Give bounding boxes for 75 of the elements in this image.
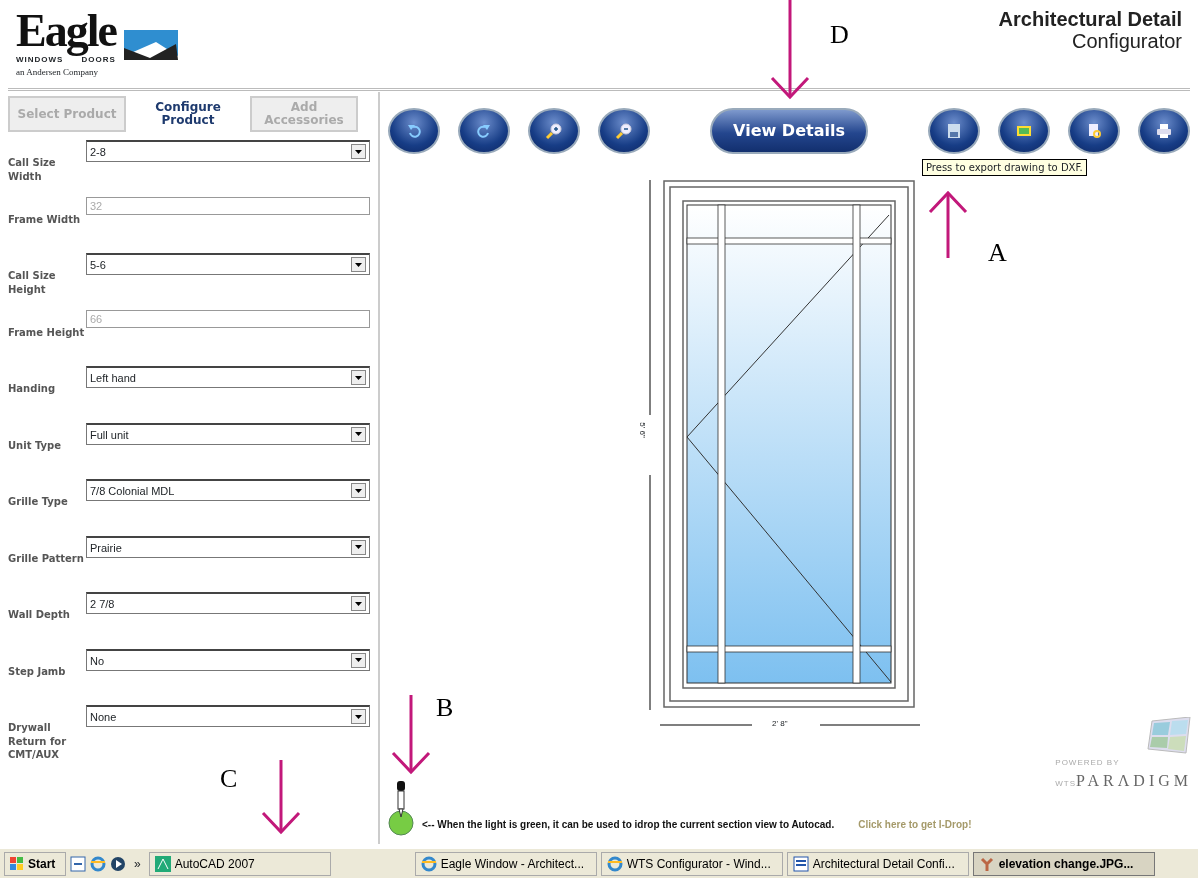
caret-icon <box>355 488 362 493</box>
field-label: Frame Height <box>8 325 86 340</box>
image-file-icon <box>978 855 995 872</box>
logo-wordmark: Eagle <box>16 8 116 54</box>
dimension-label: 2' 8" <box>772 718 788 730</box>
tooltip: Press to export drawing to DXF. <box>922 159 1087 176</box>
logo-tagline: an Andersen Company <box>16 66 99 79</box>
dropdown[interactable]: Full unit <box>86 422 370 445</box>
printer-icon <box>1154 121 1174 141</box>
caret-icon <box>355 375 362 380</box>
field-label: Drywall Return for CMT/AUX <box>8 721 68 762</box>
browser-icon <box>420 855 437 872</box>
instruction-text: <-- When the light is green, it can be used to idrop the current section view to Autocad. <box>422 817 835 832</box>
dropdown[interactable]: 5-6 <box>86 253 370 276</box>
eyedropper-light-icon[interactable] <box>388 781 414 837</box>
field-label: Grille Pattern <box>8 551 85 566</box>
dropdown[interactable]: 7/8 Colonial MDL <box>86 479 370 502</box>
annotation-letter: C <box>220 766 238 792</box>
desktop-icon[interactable] <box>70 855 86 872</box>
page-title: Architectural Detail <box>998 8 1182 30</box>
field-label: Wall Depth <box>8 608 71 622</box>
logo-wordmark: PARΛDIGM <box>1076 771 1192 791</box>
round-button[interactable] <box>458 108 510 154</box>
dimension-label: 5' 6" <box>636 422 648 438</box>
field-label: Step Jamb <box>8 664 67 679</box>
logo-caption: DOORS <box>81 55 116 66</box>
logo-caption: WTS <box>1055 779 1077 790</box>
taskbar-item[interactable]: elevation change.JPG... <box>972 851 1155 876</box>
start-button[interactable]: Start <box>4 851 66 876</box>
caret-icon <box>355 545 362 550</box>
dropdown[interactable]: 2-8 <box>86 140 370 163</box>
caret-icon <box>355 714 362 719</box>
dropdown[interactable]: None <box>86 705 370 728</box>
media-player-icon[interactable] <box>110 855 126 872</box>
zoom-in-icon <box>544 121 564 141</box>
caret-icon <box>355 658 362 663</box>
field-label: Unit Type <box>8 438 63 453</box>
windows-flag-icon <box>10 856 24 871</box>
field-label: Call Size Height <box>8 269 57 297</box>
caret-icon <box>355 432 362 437</box>
field-label: Call Size Width <box>8 156 57 184</box>
round-button[interactable] <box>1138 108 1190 154</box>
caret-icon <box>355 262 362 267</box>
round-button[interactable] <box>598 108 650 154</box>
annotation-letter: D <box>830 22 849 48</box>
logo-caption: POWERED BY <box>1055 757 1121 769</box>
caret-icon <box>355 149 362 154</box>
app-icon <box>154 855 171 872</box>
taskbar-item[interactable]: Architectural Detail Confi... <box>786 851 969 876</box>
view-details-button[interactable]: View Details <box>710 108 868 154</box>
annotation-letter: B <box>436 695 454 721</box>
logo-caption: WINDOWS <box>16 55 64 66</box>
round-button[interactable] <box>998 108 1050 154</box>
taskbar-item[interactable]: AutoCAD 2007 <box>148 851 331 876</box>
page-subtitle: Configurator <box>1070 30 1182 52</box>
round-button[interactable] <box>928 108 980 154</box>
taskbar-item[interactable]: Eagle Window - Architect... <box>414 851 597 876</box>
dropdown[interactable]: 2 7/8 <box>86 592 370 615</box>
round-button[interactable] <box>1068 108 1120 154</box>
taskbar-item[interactable]: WTS Configurator - Wind... <box>600 851 783 876</box>
field-label: Frame Width <box>8 212 82 227</box>
dropdown[interactable]: Prairie <box>86 535 370 558</box>
annotation-letter: A <box>988 240 1007 266</box>
caret-icon <box>355 601 362 606</box>
chevron[interactable]: » <box>130 854 145 873</box>
window-logo-icon <box>1146 717 1192 757</box>
field-label: Handing <box>8 382 57 396</box>
document-icon <box>792 855 809 872</box>
dropdown[interactable]: No <box>86 648 370 671</box>
round-button[interactable] <box>388 108 440 154</box>
dropdown[interactable]: Left hand <box>86 366 370 389</box>
browser-icon <box>606 855 623 872</box>
round-button[interactable] <box>528 108 580 154</box>
zoom-out-icon <box>614 121 634 141</box>
field-label: Grille Type <box>8 495 69 509</box>
